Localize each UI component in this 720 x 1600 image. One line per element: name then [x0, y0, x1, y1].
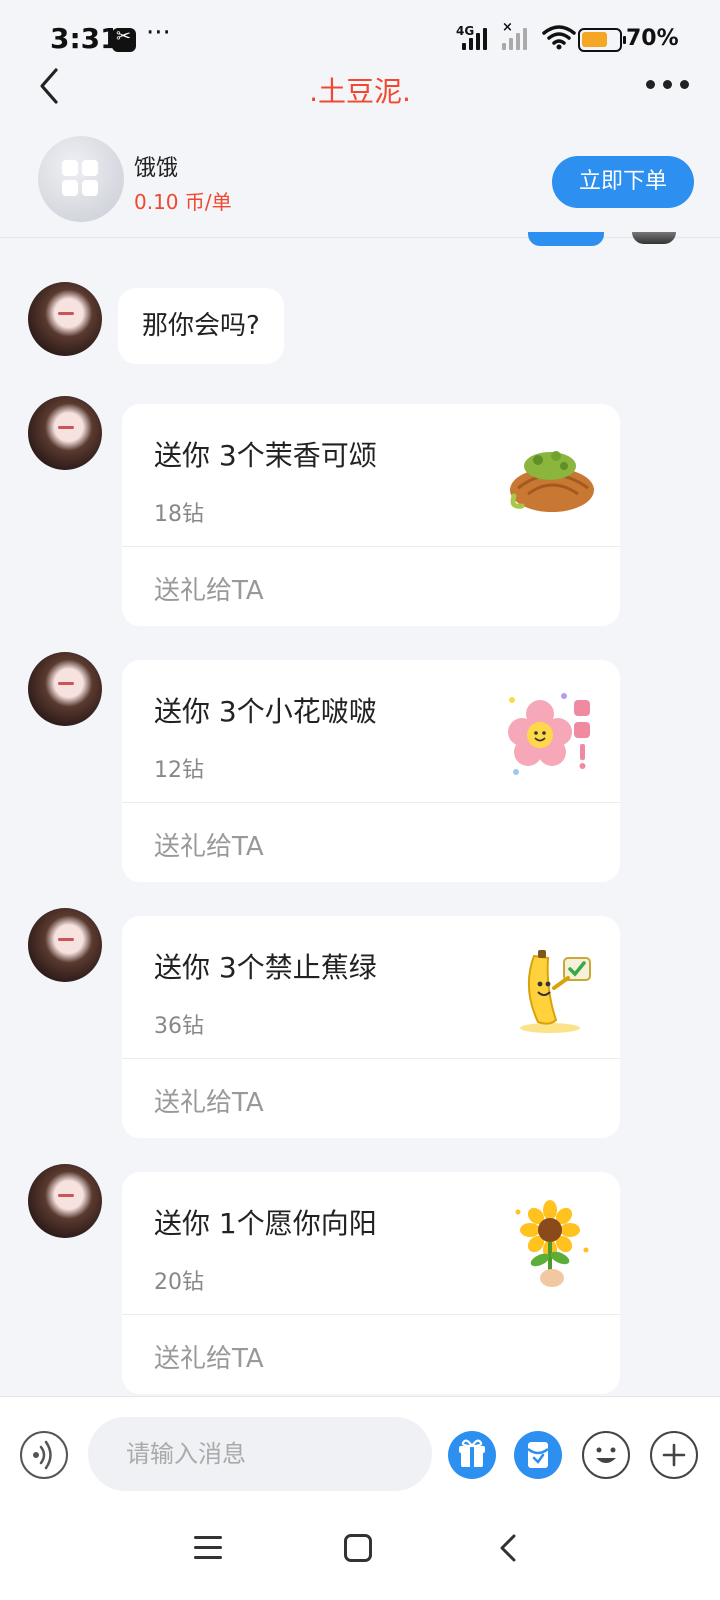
- previous-bubble: [528, 232, 604, 246]
- gift-title: 送你 1个愿你向阳: [154, 1207, 377, 1240]
- recent-apps-icon[interactable]: [194, 1536, 222, 1560]
- avatar: [632, 232, 676, 244]
- gift-price: 36钻: [154, 1014, 204, 1039]
- nav-back-icon[interactable]: [496, 1532, 520, 1564]
- avatar[interactable]: [28, 282, 102, 356]
- red-packet-icon[interactable]: [514, 1431, 562, 1479]
- gift-price: 18钻: [154, 502, 204, 527]
- system-nav-bar: [0, 1506, 720, 1600]
- gift-card[interactable]: 送你 3个小花啵啵 12钻 送礼给TA: [122, 660, 620, 882]
- gift-icon[interactable]: [448, 1431, 496, 1479]
- sunflower-icon: [515, 1200, 589, 1287]
- message-input[interactable]: [88, 1417, 432, 1491]
- croissant-icon: [510, 451, 594, 512]
- service-bar: 饿饿 0.10 币/单 立即下单: [0, 132, 720, 238]
- gift-card[interactable]: 送你 1个愿你向阳 20钻 送礼给TA: [122, 1172, 620, 1394]
- battery-level: [582, 32, 607, 47]
- send-gift-button[interactable]: 送礼给TA: [154, 1338, 264, 1375]
- divider: [122, 546, 620, 547]
- signal-2-icon: [502, 26, 528, 50]
- send-gift-button[interactable]: 送礼给TA: [154, 570, 264, 607]
- service-price: 0.10 币/单: [134, 190, 232, 214]
- plus-icon[interactable]: [650, 1431, 698, 1479]
- gift-price: 12钻: [154, 758, 204, 783]
- voice-input-icon[interactable]: [20, 1431, 68, 1479]
- capcut-icon: [112, 26, 136, 52]
- gift-price: 20钻: [154, 1270, 204, 1295]
- avatar[interactable]: [28, 652, 102, 726]
- emoji-icon[interactable]: [582, 1431, 630, 1479]
- page-title: .土豆泥.: [309, 75, 411, 108]
- avatar[interactable]: [28, 396, 102, 470]
- more-notifications-icon: ···: [146, 18, 171, 48]
- order-now-button[interactable]: 立即下单: [552, 156, 694, 208]
- gift-card[interactable]: 送你 3个禁止蕉绿 36钻 送礼给TA: [122, 916, 620, 1138]
- battery-icon: [578, 28, 626, 52]
- gift-title: 送你 3个小花啵啵: [154, 695, 377, 728]
- flower-icon: [508, 693, 590, 775]
- gift-card[interactable]: 送你 3个茉香可颂 18钻 送礼给TA: [122, 404, 620, 626]
- apps-grid-icon: [38, 136, 124, 222]
- wifi-icon: [542, 25, 576, 50]
- divider: [122, 1314, 620, 1315]
- message-bubble: 那你会吗?: [118, 288, 284, 364]
- divider: [122, 1058, 620, 1059]
- send-gift-button[interactable]: 送礼给TA: [154, 826, 264, 863]
- avatar[interactable]: [28, 908, 102, 982]
- divider: [122, 802, 620, 803]
- input-bar: [0, 1396, 720, 1506]
- gift-title: 送你 3个茉香可颂: [154, 439, 377, 472]
- avatar[interactable]: [28, 1164, 102, 1238]
- more-dots-icon[interactable]: [646, 80, 690, 92]
- status-time: 3:31: [50, 22, 120, 55]
- banana-icon: [520, 950, 591, 1033]
- home-icon[interactable]: [344, 1534, 372, 1562]
- gift-title: 送你 3个禁止蕉绿: [154, 951, 377, 984]
- signal-icon: [462, 26, 488, 50]
- service-name: 饿饿: [134, 156, 179, 181]
- status-bar: 3:31 ··· 4G × 70%: [0, 0, 720, 80]
- send-gift-button[interactable]: 送礼给TA: [154, 1082, 264, 1119]
- battery-percent: 70%: [626, 26, 679, 51]
